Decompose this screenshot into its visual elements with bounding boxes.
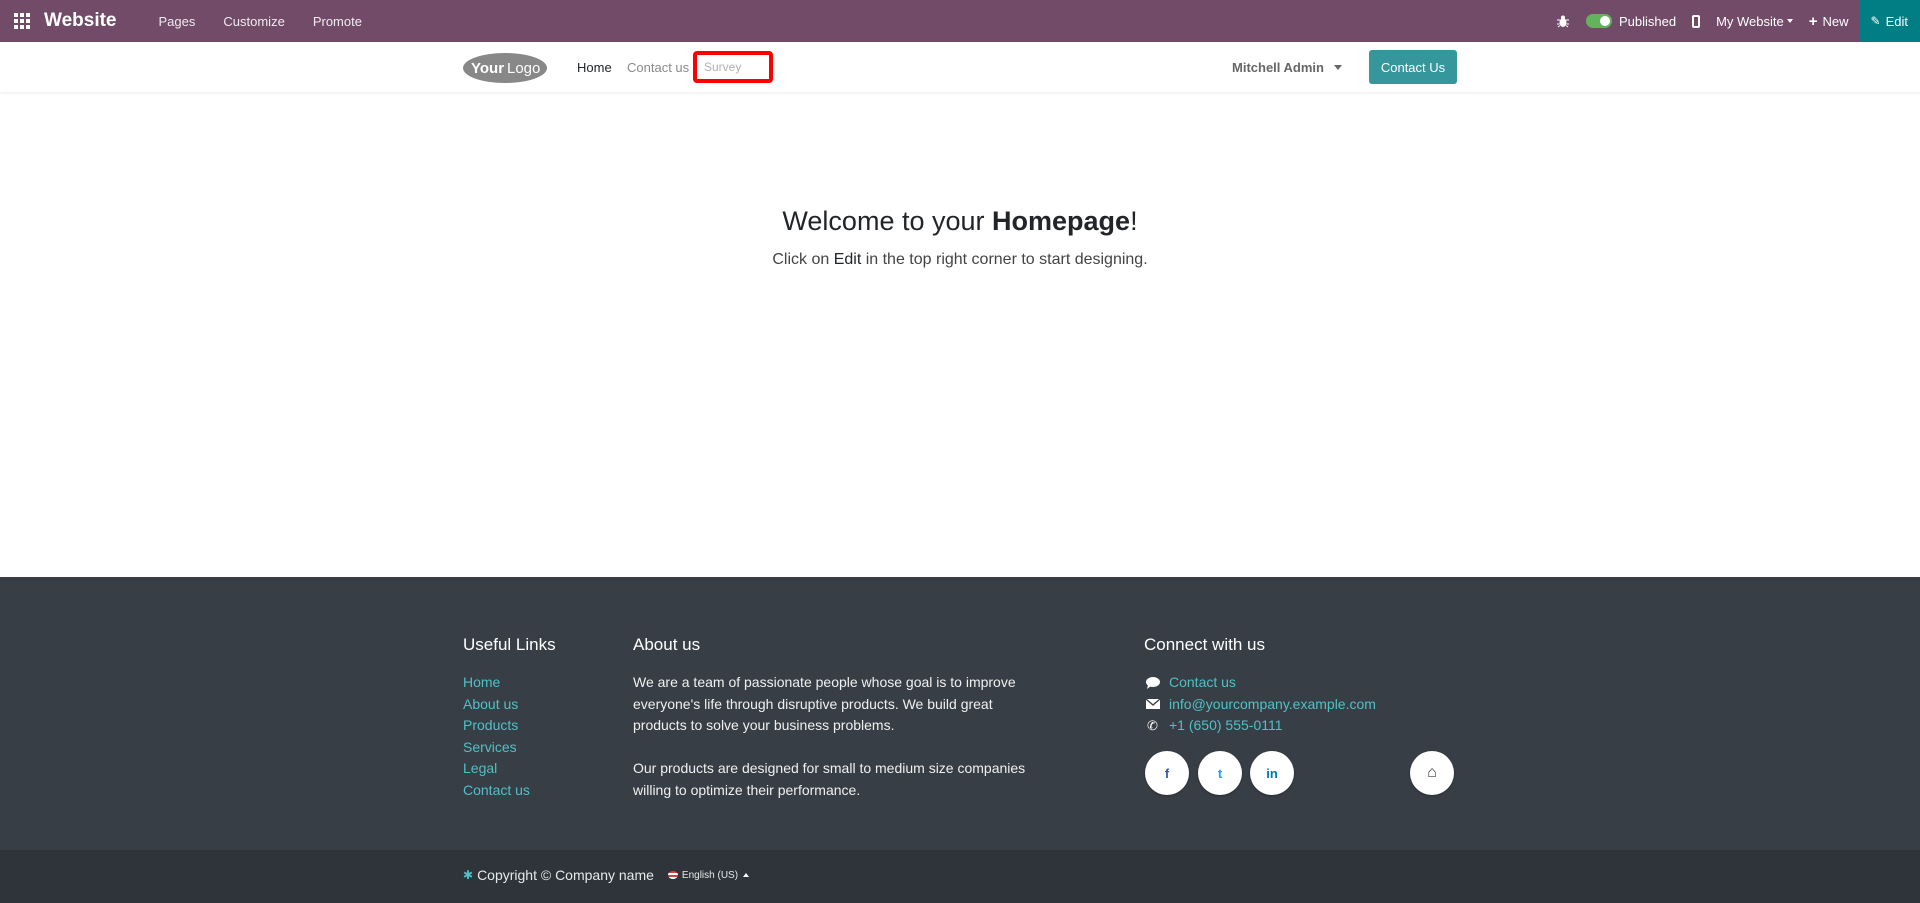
edit-button[interactable]: ✎ Edit [1858, 0, 1920, 42]
site-logo[interactable]: Your Logo [462, 52, 548, 84]
connect-phone-link[interactable]: +1 (650) 555-0111 [1169, 715, 1283, 737]
footer-link-services[interactable]: Services [463, 737, 530, 759]
linkedin-icon[interactable]: in [1250, 751, 1294, 795]
caret-down-icon [1786, 19, 1793, 23]
app-brand[interactable]: Website [44, 10, 117, 32]
apps-grid-icon [14, 13, 30, 29]
footer-link-legal[interactable]: Legal [463, 758, 530, 780]
published-switch-icon [1585, 14, 1612, 28]
debug-bug-icon[interactable] [1556, 14, 1570, 28]
admin-navbar-right: Published My Website + New ✎ Edit [1540, 0, 1920, 42]
page-title: Welcome to your Homepage! [0, 206, 1920, 237]
subtitle-edit-word: Edit [833, 251, 862, 268]
website-switcher-label: My Website [1716, 13, 1784, 29]
published-label: Published [1618, 13, 1677, 29]
publish-toggle[interactable]: Published [1585, 13, 1677, 29]
footer-link-products[interactable]: Products [463, 715, 530, 737]
plus-icon: + [1808, 12, 1818, 30]
mobile-icon [1692, 14, 1701, 28]
title-bold: Homepage [992, 206, 1131, 236]
new-label: New [1822, 13, 1849, 29]
app-menu-button[interactable] [0, 0, 44, 42]
language-selector[interactable]: English (US) [667, 869, 750, 881]
subtitle-prefix: Click on [772, 251, 834, 268]
about-paragraph-2: Our products are designed for small to m… [633, 760, 1026, 798]
connect-heading: Connect with us [1144, 635, 1265, 654]
admin-navbar: Website Pages Customize Promote Publishe… [0, 0, 1920, 42]
facebook-icon[interactable]: f [1145, 751, 1189, 795]
phone-icon: ✆ [1147, 718, 1158, 734]
menu-pages[interactable]: Pages [159, 14, 196, 29]
new-content-button[interactable]: + New [1809, 13, 1849, 30]
user-name: Mitchell Admin [1232, 59, 1324, 75]
copyright-text: Copyright © Company name [477, 867, 654, 883]
about-heading: About us [633, 635, 701, 654]
caret-down-icon [1333, 64, 1342, 70]
pencil-icon: ✎ [1870, 14, 1881, 28]
subtitle-suffix: in the top right corner to start designi… [861, 251, 1148, 268]
useful-links-heading: Useful Links [463, 635, 556, 654]
footer-link-contact[interactable]: Contact us [463, 780, 530, 802]
user-menu[interactable]: Mitchell Admin [1232, 42, 1342, 92]
website-header: Your Logo Home Contact us Survey Mitchel… [0, 42, 1920, 92]
edit-label: Edit [1885, 13, 1908, 29]
footer-link-home[interactable]: Home [463, 672, 530, 694]
contact-us-button[interactable]: Contact Us [1369, 50, 1457, 84]
site-footer: Useful Links Home About us Products Serv… [0, 577, 1920, 850]
footer-link-about[interactable]: About us [463, 694, 530, 716]
svg-text:Logo: Logo [507, 60, 540, 77]
connect-contact-link[interactable]: Contact us [1169, 672, 1236, 694]
menu-customize[interactable]: Customize [223, 14, 284, 29]
us-flag-icon [667, 871, 678, 879]
home-icon[interactable]: ⌂ [1410, 751, 1454, 795]
title-prefix: Welcome to your [782, 206, 993, 236]
copyright-content: ✱ Copyright © Company name English (US) [463, 867, 750, 883]
website-switcher[interactable]: My Website [1716, 14, 1793, 29]
twitter-icon[interactable]: t [1198, 751, 1242, 795]
bug-icon: ✱ [463, 868, 474, 882]
about-paragraph-1: We are a team of passionate people whose… [633, 674, 1016, 734]
svg-text:Your: Your [471, 60, 504, 77]
nav-contact-us[interactable]: Contact us [627, 42, 689, 92]
useful-links-list: Home About us Products Services Legal Co… [463, 672, 530, 802]
caret-up-icon [743, 873, 750, 877]
title-suffix: ! [1130, 206, 1138, 236]
menu-promote[interactable]: Promote [313, 14, 362, 29]
connect-email-link[interactable]: info@yourcompany.example.com [1169, 694, 1376, 716]
nav-survey-input[interactable]: Survey [693, 51, 773, 83]
nav-home[interactable]: Home [577, 42, 612, 92]
language-label: English (US) [681, 869, 739, 881]
mobile-preview-button[interactable] [1692, 14, 1701, 28]
connect-list: Contact us info@yourcompany.example.com … [1144, 672, 1376, 737]
copyright-bar: ✱ Copyright © Company name English (US) [0, 850, 1920, 903]
envelope-icon [1144, 699, 1161, 710]
comment-icon [1144, 676, 1161, 689]
about-text: We are a team of passionate people whose… [633, 672, 1033, 802]
page-subtitle: Click on Edit in the top right corner to… [0, 251, 1920, 269]
